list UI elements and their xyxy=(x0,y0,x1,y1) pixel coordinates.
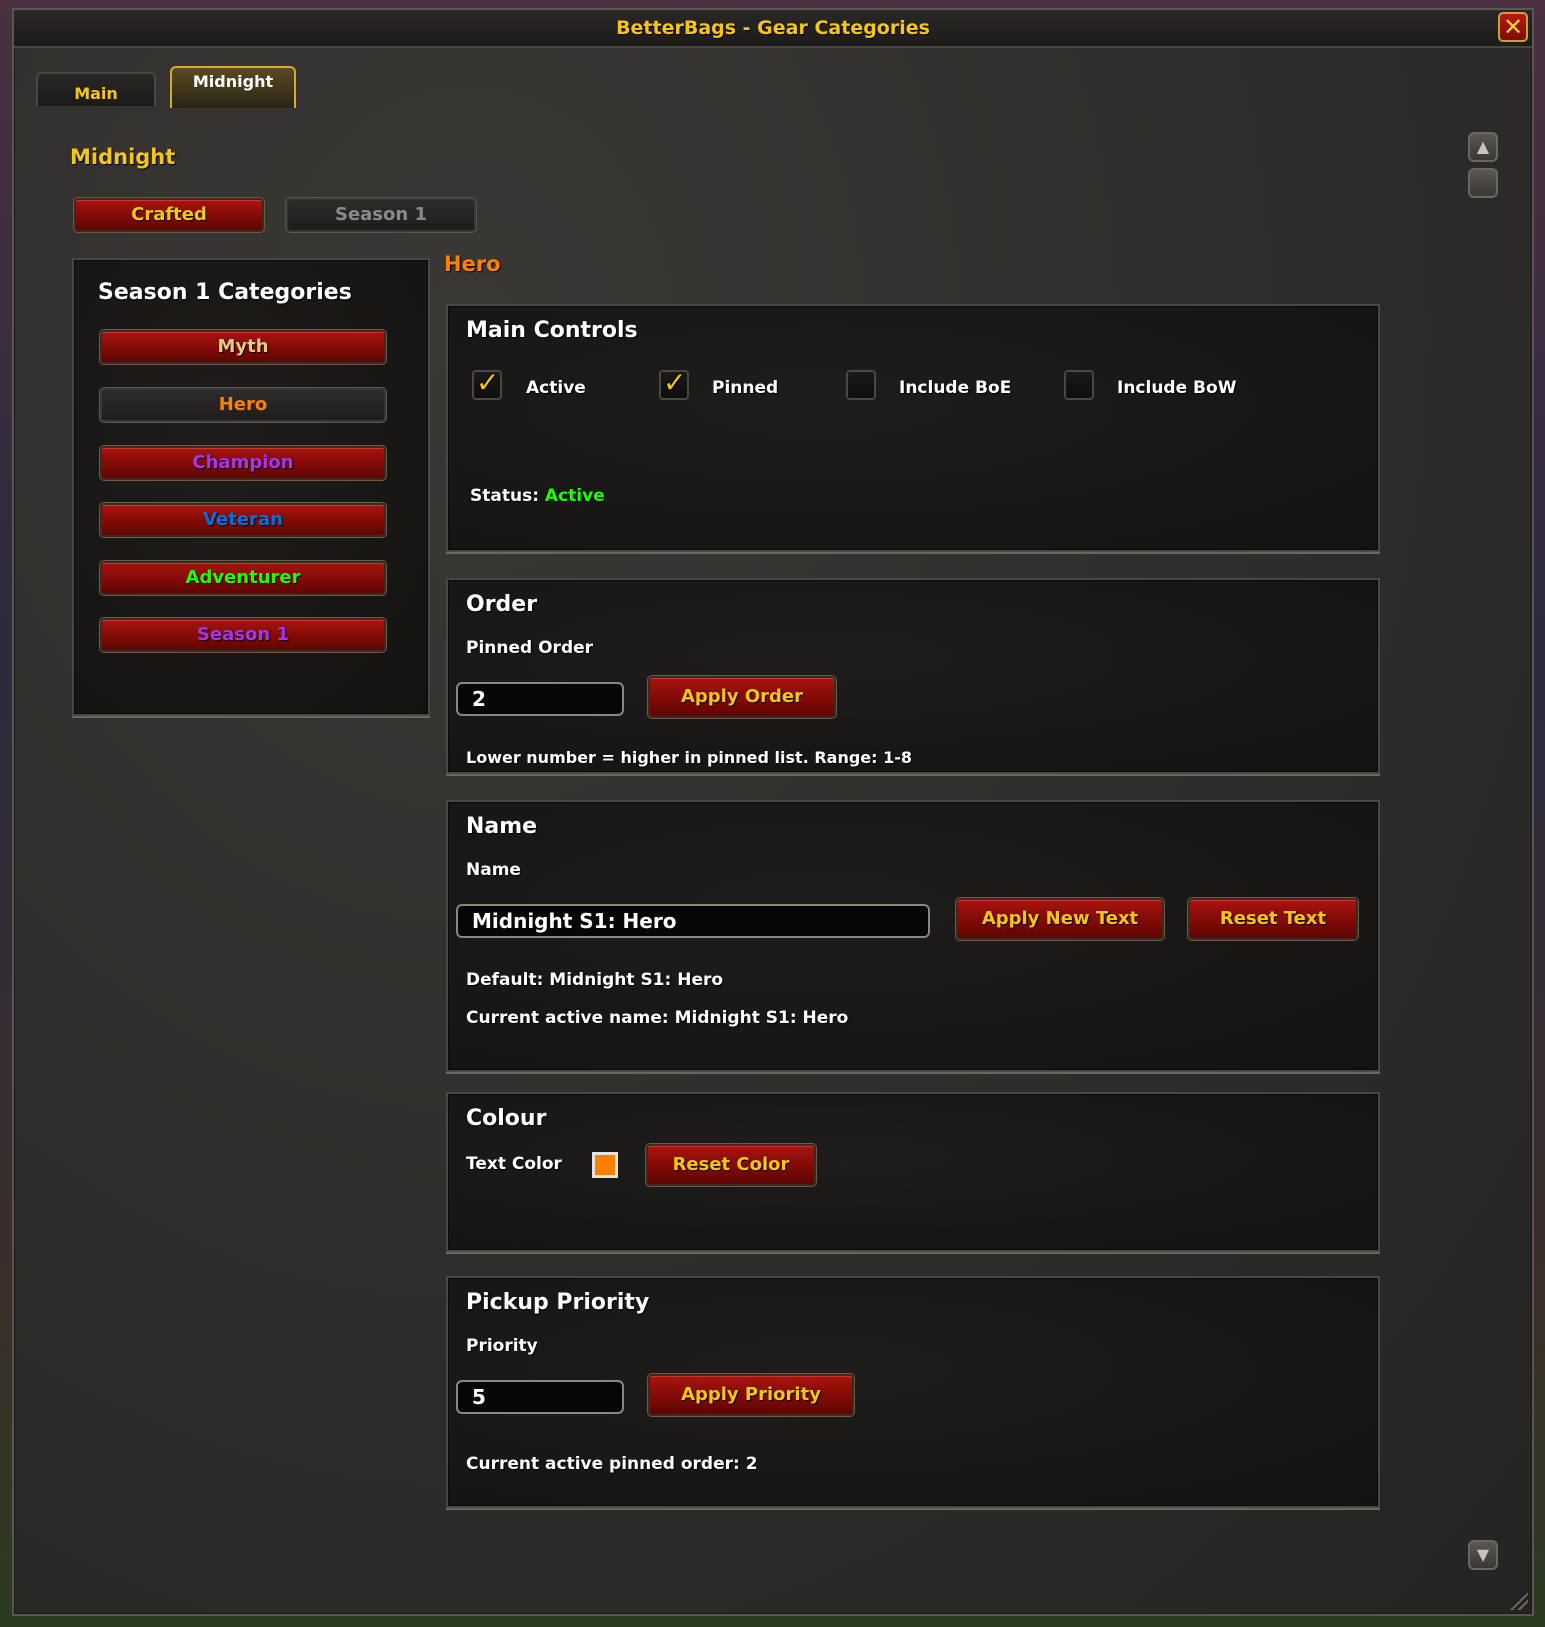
gear-categories-window: BetterBags - Gear Categories ✕ Main Midn… xyxy=(12,8,1534,1616)
tab-midnight-label: Midnight xyxy=(192,72,274,91)
name-current-text: Current active name: Midnight S1: Hero xyxy=(466,1008,849,1028)
include-bow-checkbox[interactable] xyxy=(1064,370,1094,400)
subtab-crafted[interactable]: Crafted xyxy=(74,198,264,232)
include-bow-label: Include BoW xyxy=(1117,378,1237,398)
pinned-label: Pinned xyxy=(712,378,779,398)
reset-color-button[interactable]: Reset Color xyxy=(646,1144,816,1186)
status-row: Status: Active xyxy=(470,486,605,506)
category-season-1[interactable]: Season 1 xyxy=(100,618,386,652)
priority-label: Priority xyxy=(466,1336,538,1356)
apply-priority-button[interactable]: Apply Priority xyxy=(648,1374,854,1416)
apply-new-text-button[interactable]: Apply New Text xyxy=(956,898,1164,940)
page-title: Midnight xyxy=(70,145,176,169)
category-veteran[interactable]: Veteran xyxy=(100,503,386,537)
pickup-priority-panel: Pickup Priority Priority 5 Apply Priorit… xyxy=(446,1276,1380,1508)
categories-heading: Season 1 Categories xyxy=(98,280,352,305)
scroll-up-icon[interactable]: ▲ xyxy=(1468,132,1498,162)
include-boe-checkbox[interactable] xyxy=(846,370,876,400)
name-field-label: Name xyxy=(466,860,521,880)
active-checkbox[interactable]: ✓ xyxy=(472,366,502,400)
close-button[interactable]: ✕ xyxy=(1498,12,1528,42)
name-input[interactable]: Midnight S1: Hero xyxy=(456,904,930,938)
tab-main[interactable]: Main xyxy=(36,72,156,106)
text-color-swatch[interactable] xyxy=(592,1152,618,1178)
category-myth[interactable]: Myth xyxy=(100,330,386,364)
scroll-down-icon[interactable]: ▼ xyxy=(1468,1540,1498,1570)
order-panel: Order Pinned Order 2 Apply Order Lower n… xyxy=(446,578,1380,774)
resize-grip-icon[interactable] xyxy=(1510,1592,1528,1610)
tab-midnight[interactable]: Midnight xyxy=(170,66,296,108)
order-help-text: Lower number = higher in pinned list. Ra… xyxy=(466,748,913,767)
subtab-season-1[interactable]: Season 1 xyxy=(286,198,476,232)
pickup-current-text: Current active pinned order: 2 xyxy=(466,1454,758,1474)
checkmark-icon: ✓ xyxy=(476,366,500,399)
reset-text-button[interactable]: Reset Text xyxy=(1188,898,1358,940)
colour-heading: Colour xyxy=(466,1106,547,1131)
categories-panel: Season 1 Categories Myth Hero Champion V… xyxy=(72,258,430,716)
window-title: BetterBags - Gear Categories xyxy=(616,17,930,39)
priority-input[interactable]: 5 xyxy=(456,1380,624,1414)
pickup-priority-heading: Pickup Priority xyxy=(466,1290,650,1315)
status-label: Status: xyxy=(470,486,539,506)
apply-order-button[interactable]: Apply Order xyxy=(648,676,836,718)
scroll-thumb[interactable] xyxy=(1468,168,1498,198)
detail-title: Hero xyxy=(444,252,501,276)
pinned-checkbox[interactable]: ✓ xyxy=(659,366,689,400)
title-bar[interactable]: BetterBags - Gear Categories ✕ xyxy=(14,10,1532,48)
include-boe-label: Include BoE xyxy=(899,378,1012,398)
text-color-label: Text Color xyxy=(466,1154,562,1174)
name-panel: Name Name Midnight S1: Hero Apply New Te… xyxy=(446,800,1380,1072)
status-value: Active xyxy=(544,486,605,506)
active-label: Active xyxy=(526,378,586,398)
main-controls-panel: Main Controls ✓ Active ✓ Pinned Include … xyxy=(446,304,1380,552)
pinned-order-input[interactable]: 2 xyxy=(456,682,624,716)
name-default-text: Default: Midnight S1: Hero xyxy=(466,970,724,990)
tab-main-label: Main xyxy=(74,84,118,103)
category-adventurer[interactable]: Adventurer xyxy=(100,561,386,595)
main-controls-heading: Main Controls xyxy=(466,318,638,343)
name-heading: Name xyxy=(466,814,538,839)
colour-panel: Colour Text Color Reset Color xyxy=(446,1092,1380,1252)
pinned-order-label: Pinned Order xyxy=(466,638,594,658)
category-champion[interactable]: Champion xyxy=(100,446,386,480)
order-heading: Order xyxy=(466,592,538,617)
checkmark-icon: ✓ xyxy=(663,366,687,399)
category-hero[interactable]: Hero xyxy=(100,388,386,422)
